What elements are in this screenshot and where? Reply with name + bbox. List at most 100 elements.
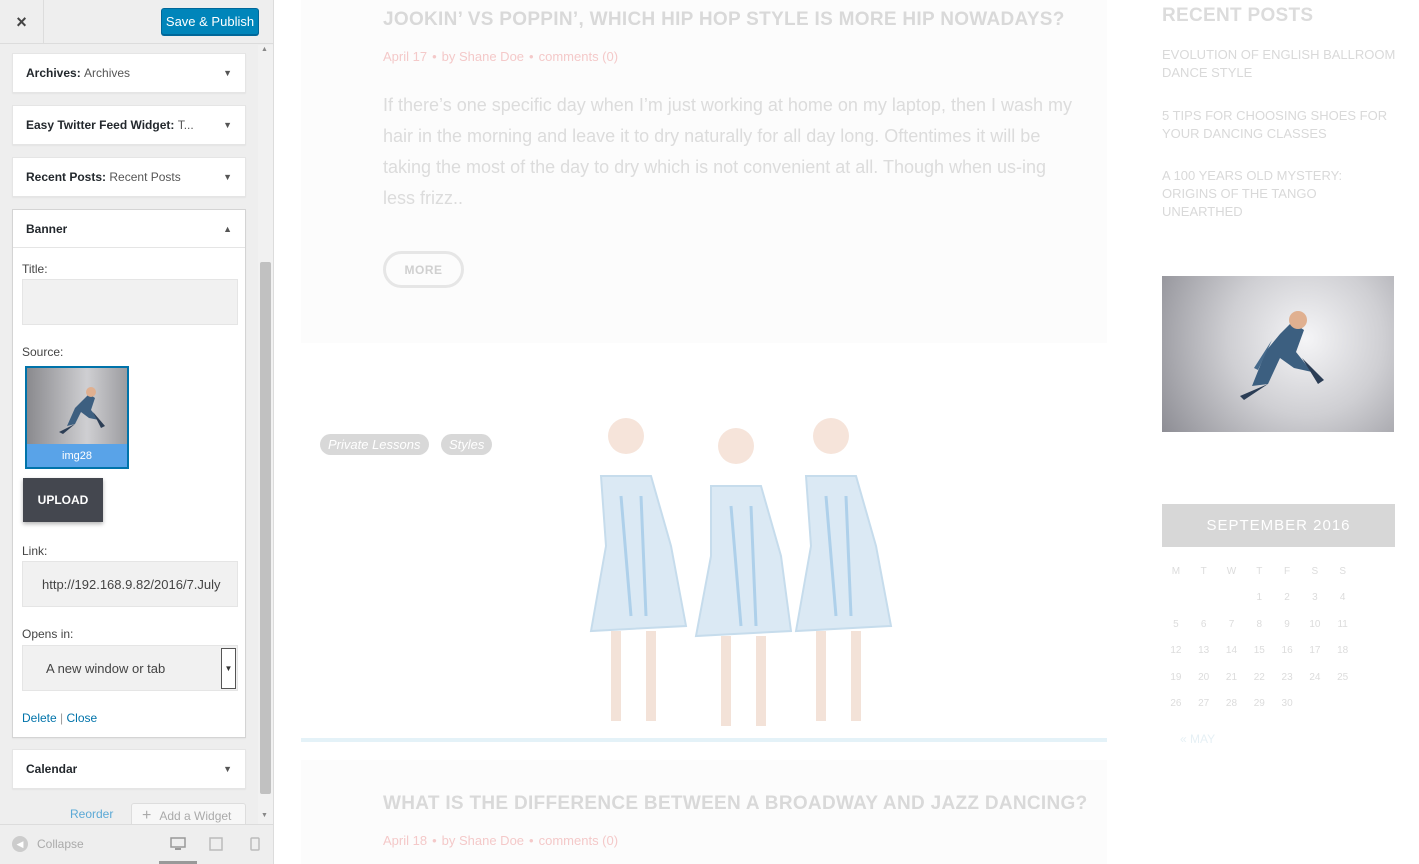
mobile-preview-icon[interactable]	[246, 835, 264, 853]
collapse-button[interactable]: ◀ Collapse	[12, 836, 84, 852]
tablet-preview-icon[interactable]	[207, 835, 225, 853]
customizer-sidebar: × Save & Publish Archives: Archives ▼ Ea…	[0, 0, 274, 864]
post-author[interactable]: by Shane Doe	[442, 833, 524, 848]
calendar-day: 1	[1256, 592, 1263, 604]
weekday: M	[1171, 565, 1181, 577]
widget-recent-posts[interactable]: Recent Posts: Recent Posts ▼	[12, 157, 246, 197]
add-widget-label: Add a Widget	[159, 809, 232, 823]
calendar-day: 15	[1253, 645, 1265, 657]
scrollbar-thumb[interactable]	[260, 262, 271, 794]
recent-posts-title: RECENT POSTS	[1162, 5, 1314, 26]
calendar-day: 25	[1337, 671, 1349, 683]
separator: |	[60, 711, 64, 725]
scroll-up-icon[interactable]: ▲	[261, 46, 268, 53]
post-comments[interactable]: comments (0)	[539, 833, 618, 848]
collapse-arrow-icon: ◀	[12, 836, 28, 852]
widget-archives[interactable]: Archives: Archives ▼	[12, 53, 246, 93]
calendar-day: 8	[1256, 618, 1263, 630]
calendar-day: 12	[1170, 645, 1182, 657]
post-comments[interactable]: comments (0)	[539, 49, 618, 64]
post-date[interactable]: April 18	[383, 833, 427, 848]
close-icon[interactable]: ×	[0, 0, 44, 44]
calendar-weekdays: M T W T F S S	[1162, 558, 1395, 585]
widget-type: Calendar	[26, 762, 78, 776]
tag-private-lessons[interactable]: Private Lessons	[320, 434, 429, 455]
source-image[interactable]: img28	[25, 366, 129, 469]
post-card: JOOKIN’ VS POPPIN’, WHICH HIP HOP STYLE …	[301, 0, 1107, 343]
widgets-panel: Archives: Archives ▼ Easy Twitter Feed W…	[0, 45, 258, 824]
recent-post-link[interactable]: 5 TIPS FOR CHOOSING SHOES FOR YOUR DANCI…	[1162, 107, 1397, 143]
widget-calendar[interactable]: Calendar ▼	[12, 749, 246, 789]
customizer-footer: ◀ Collapse	[0, 824, 273, 864]
calendar-day: 26	[1170, 698, 1182, 710]
collapse-label: Collapse	[37, 837, 84, 851]
calendar-month: SEPTEMBER 2016	[1162, 504, 1395, 547]
calendar-day: 22	[1253, 671, 1265, 683]
upload-button[interactable]: UPLOAD	[23, 478, 103, 522]
calendar-day: 14	[1225, 645, 1238, 657]
dancer-image	[27, 368, 127, 444]
post-title[interactable]: WHAT IS THE DIFFERENCE BETWEEN A BROADWA…	[383, 793, 1088, 815]
calendar-day: 10	[1309, 618, 1321, 630]
close-link[interactable]: Close	[67, 711, 98, 725]
calendar-day: 9	[1284, 618, 1290, 630]
chevron-down-icon[interactable]: ▼	[223, 68, 232, 78]
weekday: W	[1226, 565, 1237, 577]
recent-post-link[interactable]: EVOLUTION OF ENGLISH BALLROOM DANCE STYL…	[1162, 46, 1397, 82]
site-preview: JOOKIN’ VS POPPIN’, WHICH HIP HOP STYLE …	[274, 0, 1419, 864]
calendar-day: 24	[1309, 671, 1321, 683]
calendar-prev-link[interactable]: « MAY	[1180, 732, 1215, 746]
widget-actions: Delete | Close	[22, 711, 97, 725]
title-input[interactable]	[22, 279, 238, 325]
opens-in-select[interactable]: A new window or tab ▼	[22, 645, 238, 691]
weekday: T	[1200, 565, 1207, 577]
calendar-grid: M T W T F S S 1 2 3 4 5 6 7 8 9 10 11 12	[1162, 558, 1395, 717]
customizer-header: × Save & Publish	[0, 0, 273, 44]
calendar-day: 4	[1339, 592, 1346, 604]
chevron-down-icon[interactable]: ▼	[223, 172, 232, 182]
calendar-day: 6	[1200, 618, 1207, 630]
link-label: Link:	[22, 544, 48, 558]
calendar-day: 29	[1253, 698, 1265, 710]
calendar-day: 21	[1225, 671, 1238, 683]
calendar-day: 16	[1281, 645, 1293, 657]
chevron-down-icon[interactable]: ▼	[223, 120, 232, 130]
recent-post-link[interactable]: A 100 YEARS OLD MYSTERY: ORIGINS OF THE …	[1162, 167, 1397, 221]
link-input[interactable]: http://192.168.9.82/2016/7.July	[22, 561, 238, 607]
banner-header[interactable]: Banner ▲	[13, 210, 245, 248]
scroll-down-icon[interactable]: ▼	[261, 812, 268, 819]
desktop-preview-icon[interactable]	[169, 835, 187, 853]
save-publish-button[interactable]: Save & Publish	[161, 8, 259, 35]
tag-styles[interactable]: Styles	[441, 434, 493, 455]
widget-type: Recent Posts:	[26, 170, 107, 184]
more-button[interactable]: MORE	[383, 251, 464, 288]
calendar-day: 19	[1170, 671, 1182, 683]
source-label: Source:	[22, 345, 64, 359]
plus-icon: +	[142, 807, 152, 824]
calendar-day: 17	[1309, 645, 1321, 657]
post-featured-image[interactable]: Private Lessons Styles	[301, 416, 1107, 742]
calendar-day: 2	[1284, 592, 1290, 604]
post-date[interactable]: April 17	[383, 49, 427, 64]
post-card: WHAT IS THE DIFFERENCE BETWEEN A BROADWA…	[301, 760, 1107, 864]
calendar-day: 23	[1281, 671, 1293, 683]
chevron-down-icon[interactable]: ▼	[223, 764, 232, 774]
post-excerpt: If there’s one specific day when I’m jus…	[383, 95, 1073, 208]
banner-image[interactable]	[1162, 276, 1394, 432]
weekday: F	[1284, 565, 1291, 577]
calendar-day: 18	[1337, 645, 1349, 657]
widget-twitter-feed[interactable]: Easy Twitter Feed Widget: T... ▼	[12, 105, 246, 145]
widget-title: Archives	[84, 66, 131, 80]
widget-type: Easy Twitter Feed Widget:	[26, 118, 175, 132]
chevron-up-icon[interactable]: ▲	[223, 224, 232, 234]
delete-link[interactable]: Delete	[22, 711, 57, 725]
post-title[interactable]: JOOKIN’ VS POPPIN’, WHICH HIP HOP STYLE …	[383, 9, 1065, 31]
reorder-link[interactable]: Reorder	[70, 807, 113, 821]
widget-title: Recent Posts	[109, 170, 181, 184]
calendar-day: 20	[1198, 671, 1210, 683]
calendar-day: 30	[1281, 698, 1293, 710]
weekday: S	[1339, 565, 1347, 577]
dropdown-arrow-icon[interactable]: ▼	[221, 648, 236, 689]
post-author[interactable]: by Shane Doe	[442, 49, 524, 64]
post-meta: April 17 • by Shane Doe • comments (0)	[383, 49, 619, 64]
